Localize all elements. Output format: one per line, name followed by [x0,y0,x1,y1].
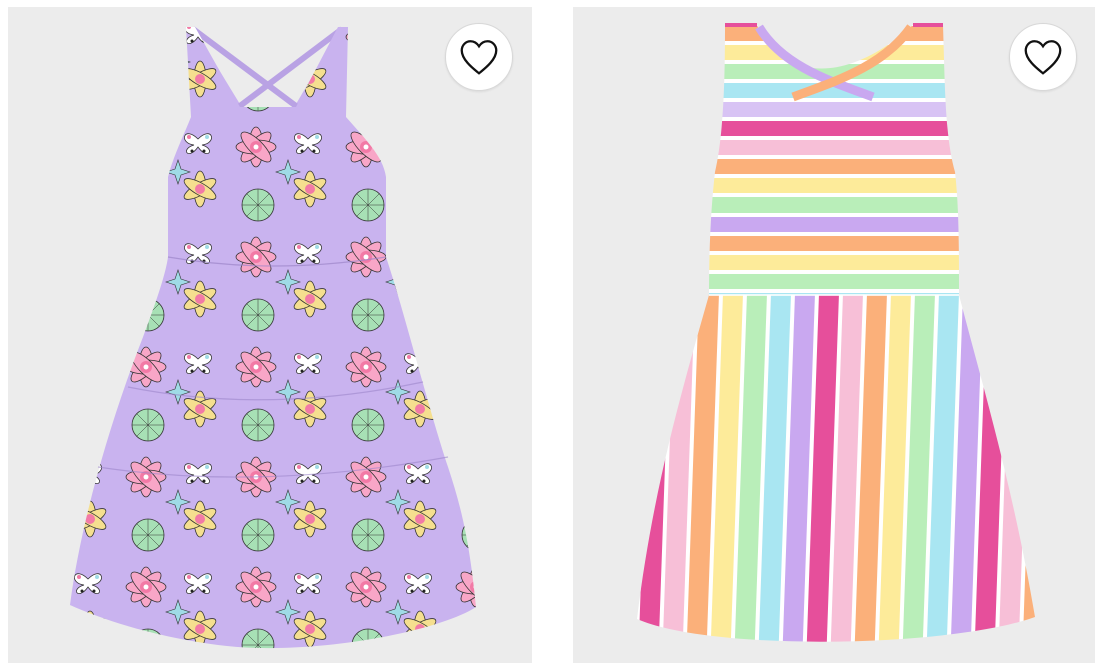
wishlist-button[interactable] [445,23,513,91]
heart-outline-icon [460,40,498,75]
product-card-floral-dress[interactable] [8,7,532,663]
product-card-rainbow-stripe-dress[interactable] [573,7,1095,663]
product-image-rainbow-stripe-dress[interactable] [573,7,1095,663]
product-image-floral-dress[interactable] [8,7,532,663]
heart-outline-icon [1024,40,1062,75]
product-grid [0,0,1108,668]
wishlist-button[interactable] [1009,23,1077,91]
